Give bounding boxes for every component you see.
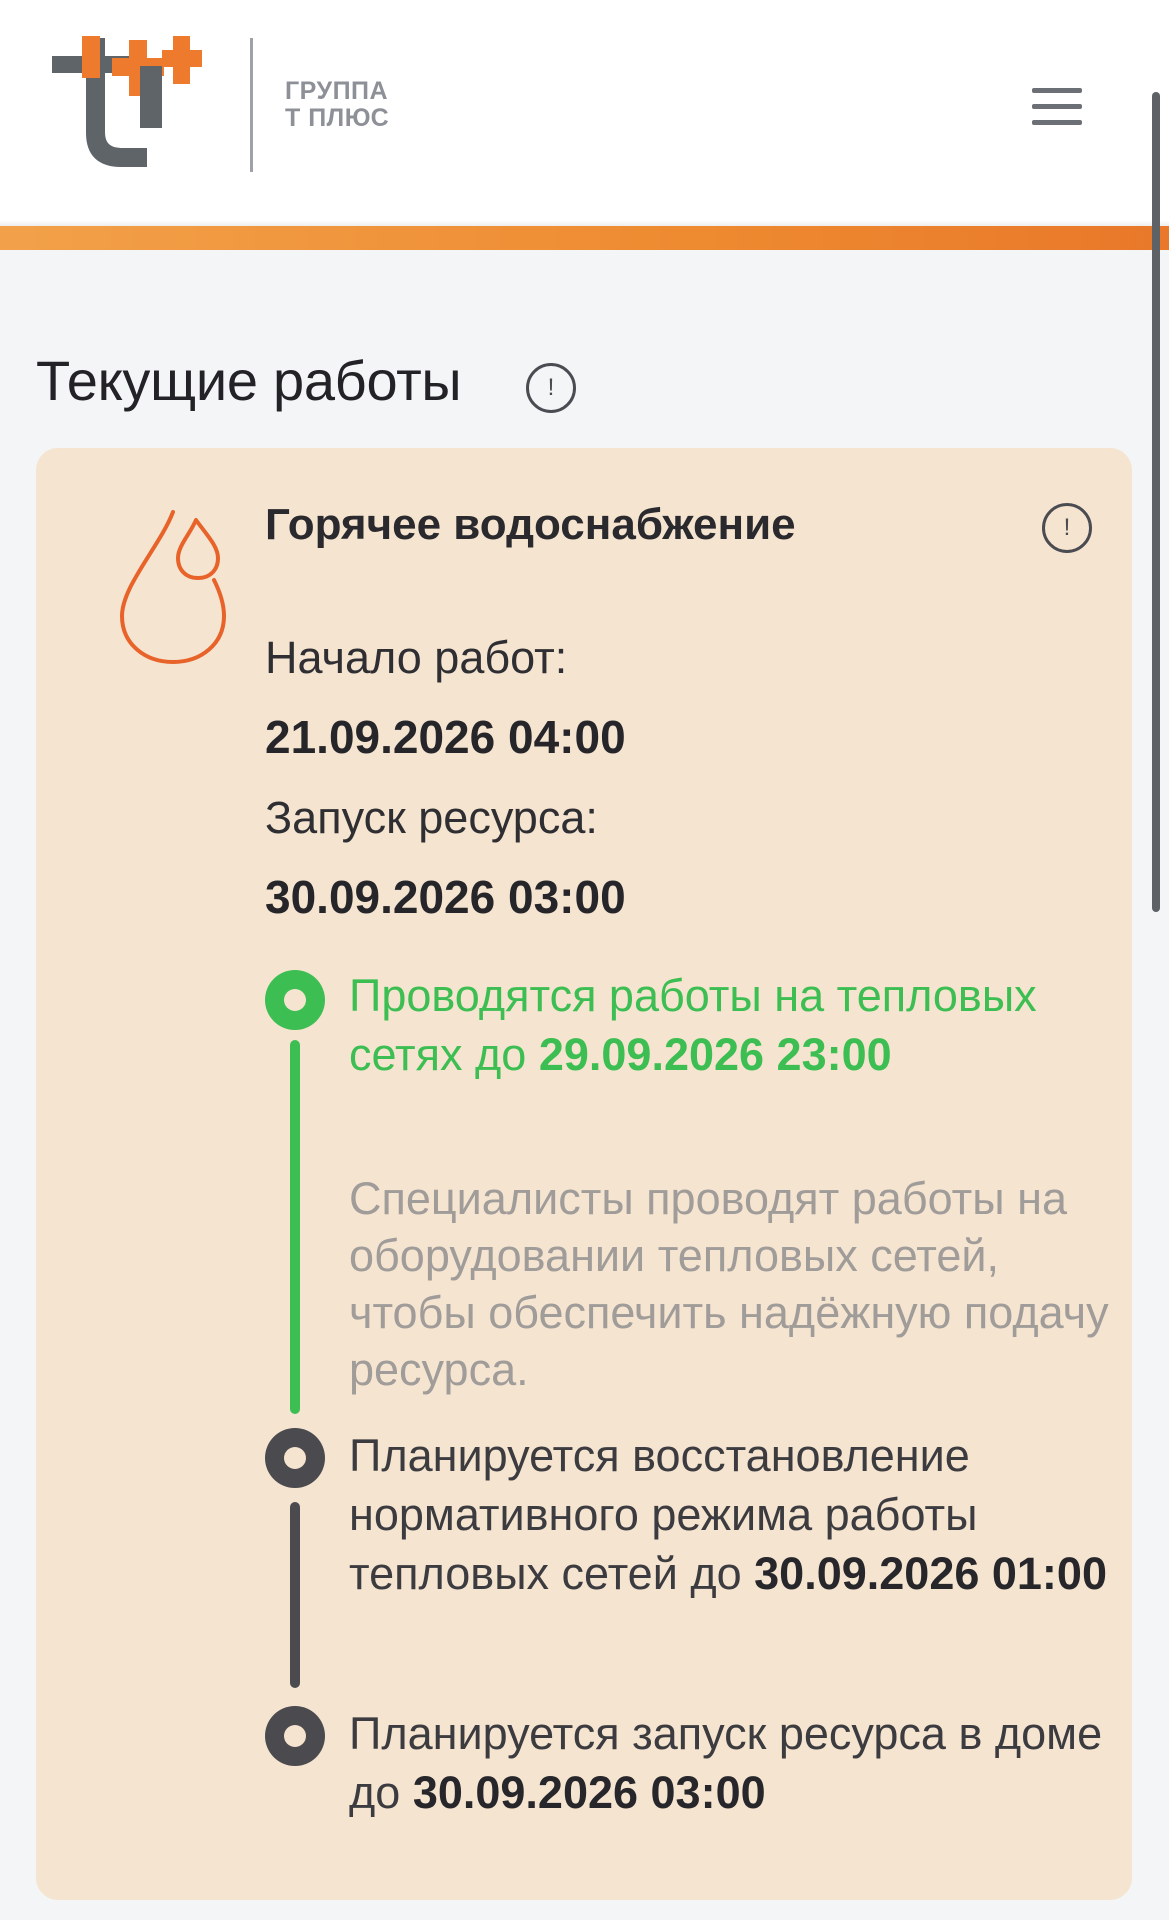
timeline-step-3-text: Планируется запуск ресурса в доме до 30.…	[349, 1704, 1109, 1822]
work-card: Горячее водоснабжение ! Начало работ: 21…	[36, 448, 1132, 1900]
page-title: Текущие работы	[36, 349, 462, 412]
header-accent-bar	[0, 226, 1169, 250]
timeline-step-3-marker	[265, 1706, 325, 1766]
logo-text-line1: ГРУППА	[285, 77, 389, 105]
timeline-step-2-marker	[265, 1428, 325, 1488]
timeline-step-2-date: 30.09.2026 01:00	[754, 1548, 1107, 1599]
timeline-step-1-description: Специалисты проводят работы на оборудова…	[349, 1173, 1109, 1395]
scrollbar[interactable]	[1152, 92, 1160, 912]
logo-text-line2: Т ПЛЮС	[285, 104, 390, 132]
card-title: Горячее водоснабжение	[265, 500, 796, 549]
start-label: Начало работ:	[265, 632, 568, 683]
timeline-step-1-line	[290, 1040, 300, 1414]
app-header: ГРУППА Т ПЛЮС	[0, 0, 1169, 226]
logo-divider	[250, 38, 253, 172]
section-info-icon[interactable]: !	[526, 363, 576, 413]
start-value: 21.09.2026 04:00	[265, 711, 626, 763]
section-info-glyph: !	[547, 374, 555, 401]
menu-icon[interactable]	[1032, 88, 1082, 128]
water-drop-icon	[119, 510, 227, 665]
card-info-icon[interactable]: !	[1042, 503, 1092, 553]
timeline-step-2-text: Планируется восстановление нормативного …	[349, 1426, 1109, 1603]
timeline-step-1-date: 29.09.2026 23:00	[538, 1029, 892, 1080]
timeline-step-2-line	[290, 1502, 300, 1688]
card-info-glyph: !	[1063, 514, 1071, 541]
page: ГРУППА Т ПЛЮС Текущие работы ! Горячее в…	[0, 0, 1169, 1920]
timeline-step-1-marker	[265, 970, 325, 1030]
timeline-step-1-text: Проводятся работы на тепловых сетях до 2…	[349, 966, 1109, 1084]
logo-text: ГРУППА Т ПЛЮС	[285, 78, 389, 132]
launch-value: 30.09.2026 03:00	[265, 871, 626, 923]
timeline-step-3-date: 30.09.2026 03:00	[412, 1767, 766, 1818]
launch-label: Запуск ресурса:	[265, 792, 598, 843]
